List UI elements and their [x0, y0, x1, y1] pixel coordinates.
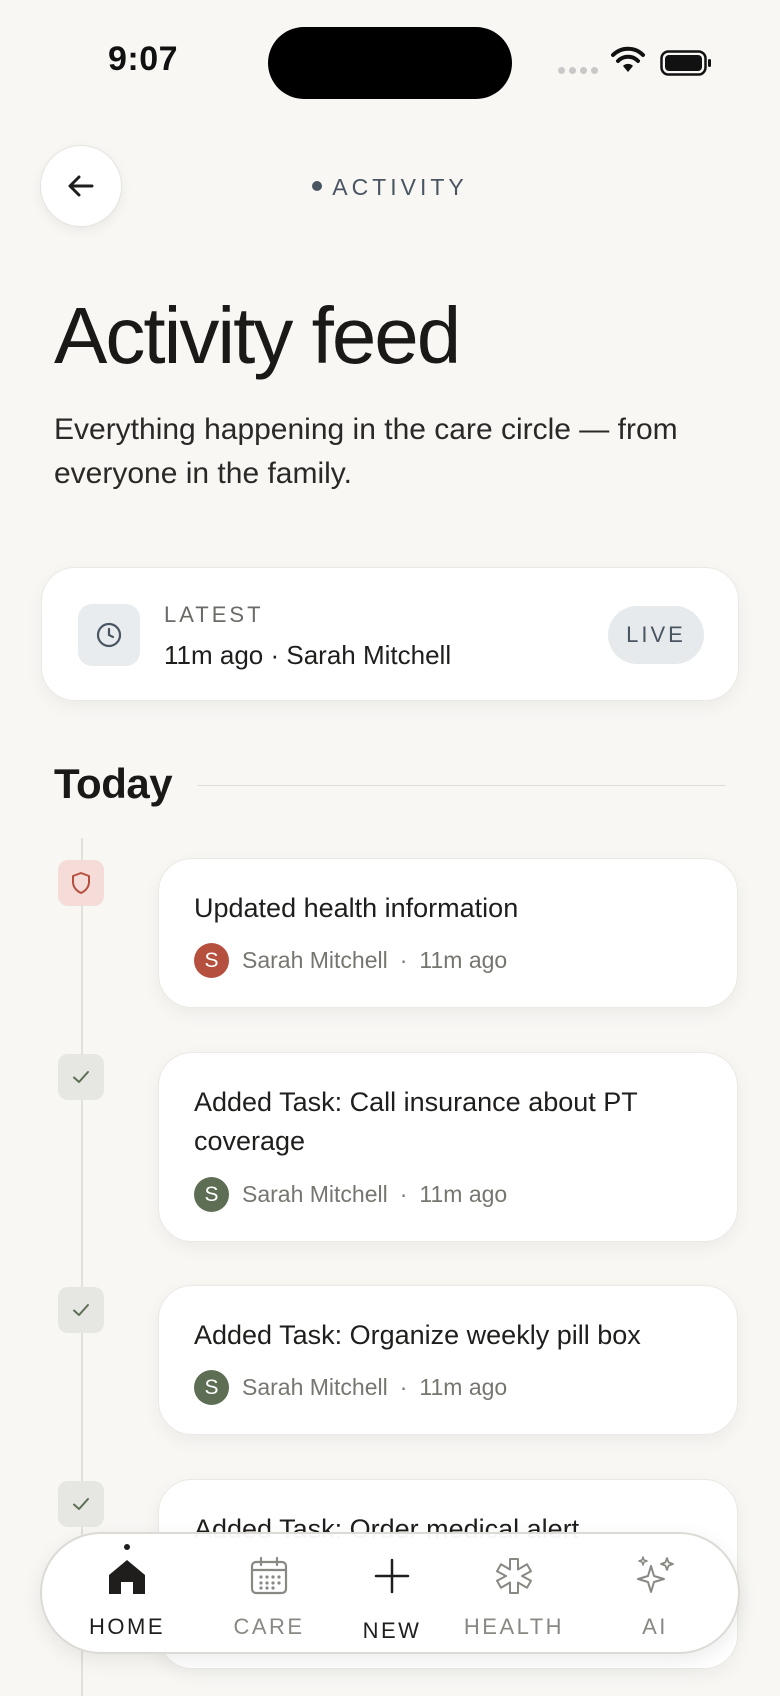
feed-card[interactable]: Added Task: Call insurance about PT cove… [158, 1052, 738, 1242]
feed-item-title: Added Task: Organize weekly pill box [194, 1320, 641, 1350]
feed-item-meta: S Sarah Mitchell · 11m ago [194, 943, 507, 978]
timeline-marker-task [58, 1287, 104, 1333]
nav-item-new[interactable]: NEW [322, 1534, 462, 1656]
plus-icon [374, 1558, 410, 1594]
shield-icon [72, 872, 90, 894]
active-indicator-dot [124, 1544, 130, 1550]
feed-card[interactable]: Added Task: Organize weekly pill box S S… [158, 1285, 738, 1435]
feed-item-time: 11m ago [419, 947, 508, 973]
nav-item-home[interactable]: HOME [57, 1534, 197, 1656]
battery-icon [660, 50, 711, 76]
cellular-signal-icon [558, 67, 598, 74]
feed-item-time: 11m ago [419, 1374, 508, 1400]
nav-label-home: HOME [89, 1614, 165, 1639]
calendar-icon [250, 1556, 288, 1595]
nav-label-health: HEALTH [463, 1614, 565, 1639]
nav-label-ai: AI [642, 1614, 668, 1639]
nav-label-care: CARE [233, 1614, 305, 1639]
latest-icon-box [78, 604, 140, 666]
feed-item-author: Sarah Mitchell [242, 1181, 388, 1207]
avatar: S [194, 943, 229, 978]
meta-separator: · [399, 1181, 408, 1207]
nav-item-ai[interactable]: AI [585, 1534, 725, 1656]
status-time: 9:07 [108, 40, 179, 78]
meta-separator: · [399, 1374, 408, 1400]
feed-item-time: 11m ago [419, 1181, 508, 1207]
latest-activity-card[interactable]: LATEST 11m ago · Sarah Mitchell LIVE [41, 567, 739, 701]
feed-item-title: Added Task: Call insurance about PT cove… [194, 1087, 638, 1156]
check-icon [73, 1498, 89, 1510]
section-title-today: Today [54, 760, 173, 807]
meta-separator: · [399, 947, 408, 973]
sparkles-icon [637, 1556, 674, 1593]
avatar: S [194, 1177, 229, 1212]
page-title: Activity feed [54, 291, 461, 380]
wifi-icon [611, 46, 645, 72]
feed-item-author: Sarah Mitchell [242, 1374, 388, 1400]
nav-item-health[interactable]: HEALTH [444, 1534, 584, 1656]
eyebrow-label: ACTIVITY [332, 174, 468, 200]
section-divider [198, 785, 726, 786]
status-bar: 9:07 [0, 0, 780, 120]
eyebrow-dot-icon [312, 180, 323, 191]
page-subtitle: Everything happening in the care circle … [54, 413, 678, 490]
nav-label-new: NEW [362, 1618, 422, 1643]
medical-star-icon [496, 1558, 532, 1594]
bottom-nav: HOME CARE NEW HEALTH AI [40, 1532, 740, 1654]
latest-text: 11m ago · Sarah Mitchell [164, 640, 452, 670]
timeline-marker-task [58, 1054, 104, 1100]
feed-item-meta: S Sarah Mitchell · 11m ago [194, 1177, 507, 1212]
timeline-marker-health [58, 860, 104, 906]
feed-card[interactable]: Updated health information S Sarah Mitch… [158, 858, 738, 1008]
nav-item-care[interactable]: CARE [199, 1534, 339, 1656]
check-icon [73, 1304, 89, 1316]
feed-item-meta: S Sarah Mitchell · 11m ago [194, 1370, 507, 1405]
header-eyebrow: ACTIVITY [0, 174, 780, 201]
live-badge: LIVE [608, 606, 704, 664]
check-icon [73, 1071, 89, 1083]
home-icon [109, 1560, 145, 1594]
latest-label: LATEST [164, 602, 264, 627]
dynamic-island [268, 27, 512, 99]
timeline-marker-task [58, 1481, 104, 1527]
avatar: S [194, 1370, 229, 1405]
feed-item-author: Sarah Mitchell [242, 947, 388, 973]
clock-icon [96, 622, 122, 648]
feed-item-title: Updated health information [194, 893, 519, 923]
